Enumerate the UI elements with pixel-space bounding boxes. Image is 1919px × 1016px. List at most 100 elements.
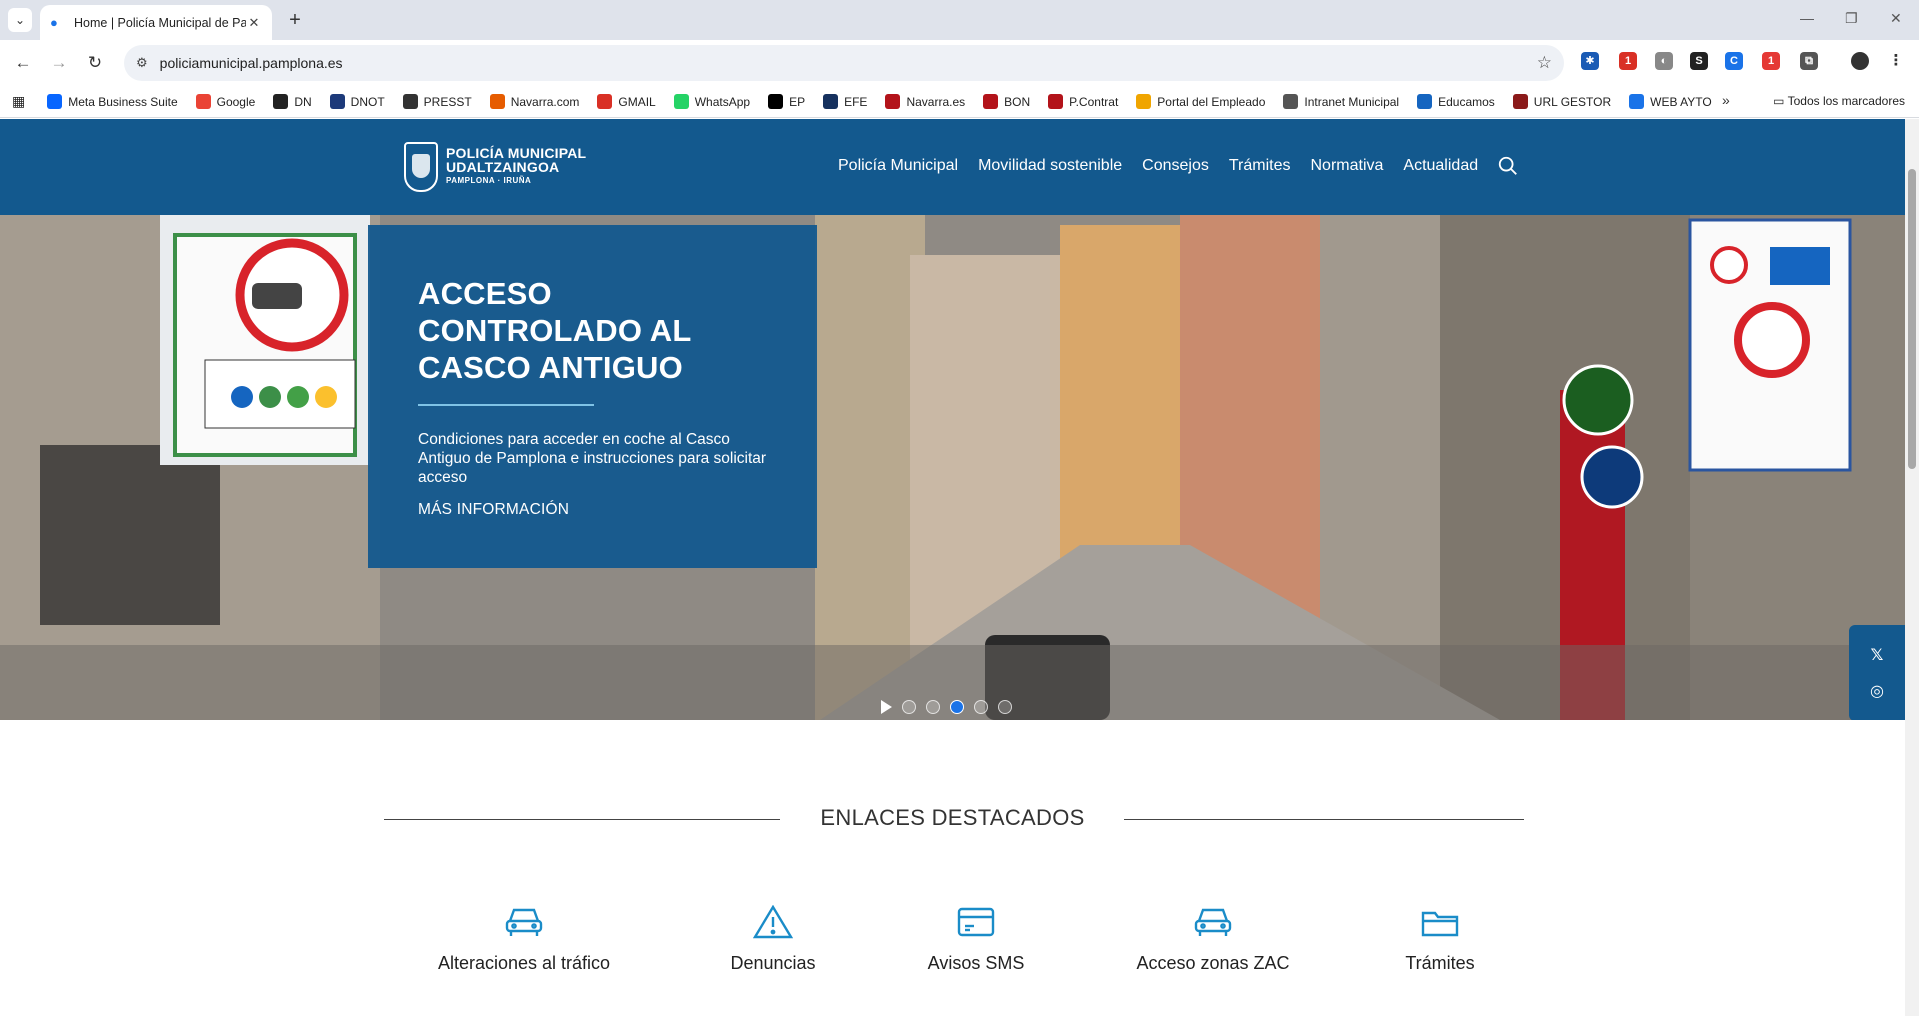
extension-icon-1[interactable]: ✱: [1581, 52, 1599, 70]
play-icon[interactable]: [881, 700, 892, 714]
carousel-controls: [881, 700, 1022, 714]
link-avisos-sms[interactable]: Avisos SMS: [924, 905, 1028, 974]
site-favicon-icon: ●: [50, 14, 58, 30]
page-scrollbar[interactable]: [1905, 119, 1919, 1016]
bookmark-whatsapp[interactable]: WhatsApp: [673, 94, 750, 109]
bookmark-bon[interactable]: BON: [983, 94, 1030, 109]
link-alteraciones-trafico[interactable]: Alteraciones al tráfico: [428, 905, 620, 974]
bookmark-gmail[interactable]: GMAIL: [597, 94, 656, 109]
nav-actualidad[interactable]: Actualidad: [1403, 157, 1478, 175]
heading-line-right: [1124, 819, 1524, 820]
featured-title: ENLACES DESTACADOS: [820, 805, 1085, 830]
nav-movilidad-sostenible[interactable]: Movilidad sostenible: [978, 157, 1122, 175]
bookmark-pcontrat[interactable]: P.Contrat: [1048, 94, 1118, 109]
warning-icon: [753, 905, 793, 939]
hero-card: ACCESO CONTROLADO AL CASCO ANTIGUO Condi…: [368, 225, 817, 568]
coat-of-arms-icon: [404, 142, 438, 192]
ep-icon: [768, 94, 784, 109]
bon-icon: [983, 94, 999, 109]
car-icon: [505, 908, 543, 936]
extension-icon-4[interactable]: S: [1690, 52, 1708, 70]
site-logo[interactable]: POLICÍA MUNICIPAL UDALTZAINGOA PAMPLONA …: [404, 142, 586, 192]
hero-carousel[interactable]: ACCESO CONTROLADO AL CASCO ANTIGUO Condi…: [0, 215, 1905, 720]
extension-icon-6[interactable]: 1: [1762, 52, 1780, 70]
url-text[interactable]: policiamunicipal.pamplona.es: [160, 55, 1537, 71]
extension-icon-5[interactable]: C: [1725, 52, 1743, 70]
site-info-icon[interactable]: ⚙: [136, 55, 148, 71]
extensions-puzzle-icon[interactable]: ⧉: [1800, 52, 1818, 70]
main-navigation: Policía Municipal Movilidad sostenible C…: [838, 157, 1498, 175]
minimize-icon[interactable]: —: [1800, 10, 1814, 26]
dn-icon: [273, 94, 289, 109]
slide-dot-active[interactable]: [950, 700, 964, 714]
bookmark-educamos[interactable]: Educamos: [1417, 94, 1495, 109]
dnot-icon: [329, 94, 345, 109]
instagram-icon[interactable]: ◎: [1870, 681, 1884, 701]
apps-grid-icon[interactable]: ▦: [12, 93, 25, 110]
bookmark-url-gestor[interactable]: URL GESTOR: [1512, 94, 1611, 109]
link-acceso-zonas-zac[interactable]: Acceso zonas ZAC: [1132, 905, 1294, 974]
browser-tab[interactable]: ● Home | Policía Municipal de Pa ✕: [40, 5, 272, 40]
site-header: POLICÍA MUNICIPAL UDALTZAINGOA PAMPLONA …: [0, 119, 1905, 215]
bookmark-meta[interactable]: Meta Business Suite: [47, 94, 178, 109]
scrollbar-thumb[interactable]: [1908, 169, 1916, 469]
profile-avatar[interactable]: [1851, 52, 1869, 70]
web-page: POLICÍA MUNICIPAL UDALTZAINGOA PAMPLONA …: [0, 119, 1905, 1016]
bookmark-efe[interactable]: EFE: [823, 94, 867, 109]
slide-dot[interactable]: [902, 700, 916, 714]
browser-tabstrip: ⌄ ● Home | Policía Municipal de Pa ✕ + —…: [0, 0, 1919, 40]
x-twitter-icon[interactable]: 𝕏: [1871, 645, 1884, 665]
hero-description: Condiciones para acceder en coche al Cas…: [418, 431, 767, 486]
card-icon: [957, 907, 995, 937]
more-bookmarks-icon[interactable]: »: [1722, 92, 1730, 108]
bookmark-navarra-com[interactable]: Navarra.com: [489, 94, 579, 109]
reload-icon[interactable]: ↻: [84, 52, 106, 74]
slide-dot[interactable]: [974, 700, 988, 714]
search-icon[interactable]: [1497, 155, 1519, 177]
new-tab-button[interactable]: +: [284, 9, 306, 31]
tab-title: Home | Policía Municipal de Pa: [74, 15, 246, 30]
slide-dot[interactable]: [998, 700, 1012, 714]
bookmark-presst[interactable]: PRESST: [402, 94, 472, 109]
bookmark-dn[interactable]: DN: [273, 94, 312, 109]
bookmark-navarra-es[interactable]: Navarra.es: [885, 94, 965, 109]
featured-links: Alteraciones al tráfico Denuncias Avisos…: [0, 905, 1905, 1016]
featured-links-heading: ENLACES DESTACADOS: [0, 805, 1905, 835]
link-tramites[interactable]: Trámites: [1400, 905, 1480, 974]
tab-search-button[interactable]: ⌄: [8, 8, 32, 32]
bookmark-google[interactable]: Google: [195, 94, 255, 109]
bookmark-web-ayto[interactable]: WEB AYTO: [1629, 94, 1712, 109]
bookmark-dnot[interactable]: DNOT: [329, 94, 385, 109]
forward-icon[interactable]: →: [48, 52, 70, 74]
bookmark-star-icon[interactable]: ☆: [1537, 53, 1552, 73]
bookmark-portal-empleado[interactable]: Portal del Empleado: [1136, 94, 1265, 109]
logo-line-2: UDALTZAINGOA: [446, 159, 560, 175]
nav-tramites[interactable]: Trámites: [1229, 157, 1291, 175]
extension-icon-2[interactable]: 1: [1619, 52, 1637, 70]
nav-consejos[interactable]: Consejos: [1142, 157, 1209, 175]
bookmark-ep[interactable]: EP: [768, 94, 805, 109]
back-icon[interactable]: ←: [12, 52, 34, 74]
efe-icon: [823, 94, 839, 109]
more-info-link[interactable]: MÁS INFORMACIÓN: [418, 501, 569, 519]
hero-divider: [418, 404, 594, 406]
meta-icon: [47, 94, 63, 109]
all-bookmarks-button[interactable]: ▭ Todos los marcadores: [1773, 94, 1905, 108]
menu-dots-icon[interactable]: ⋮: [1887, 52, 1905, 70]
nav-normativa[interactable]: Normativa: [1310, 157, 1383, 175]
folder-icon: [1421, 911, 1459, 937]
restore-icon[interactable]: ❐: [1845, 10, 1858, 27]
hero-title: ACCESO CONTROLADO AL CASCO ANTIGUO: [418, 276, 691, 385]
link-denuncias[interactable]: Denuncias: [714, 905, 832, 974]
extension-icon-3[interactable]: ◐: [1655, 52, 1673, 70]
close-tab-icon[interactable]: ✕: [246, 15, 262, 31]
bookmarks-bar: ▦ Meta Business Suite Google DN DNOT PRESST N…: [0, 86, 1919, 118]
slide-dot[interactable]: [926, 700, 940, 714]
logo-line-3: PAMPLONA · IRUÑA: [446, 176, 532, 185]
close-window-icon[interactable]: ✕: [1890, 10, 1902, 27]
navarra-es-icon: [885, 94, 901, 109]
nav-policia-municipal[interactable]: Policía Municipal: [838, 157, 958, 175]
address-bar[interactable]: ⚙ policiamunicipal.pamplona.es ☆: [124, 45, 1564, 81]
navarra-com-icon: [489, 94, 505, 109]
bookmark-intranet[interactable]: Intranet Municipal: [1283, 94, 1399, 109]
